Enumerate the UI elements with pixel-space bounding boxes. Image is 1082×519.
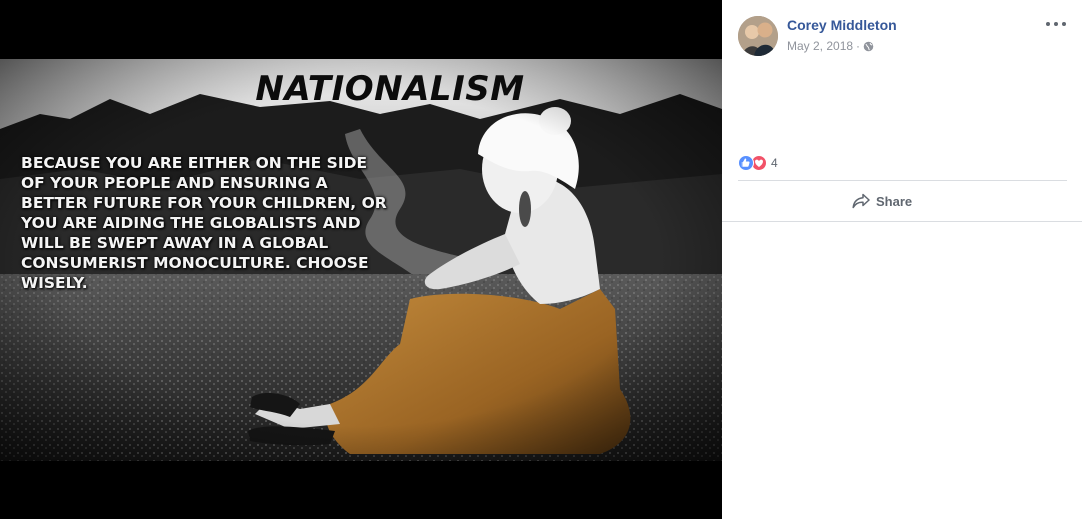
like-icon xyxy=(738,155,754,171)
author-name-link[interactable]: Corey Middleton xyxy=(787,17,897,33)
dot xyxy=(1054,22,1058,26)
post-header: Corey Middleton May 2, 2018 · xyxy=(722,0,1082,60)
photo-caption: Because you are either on the side of yo… xyxy=(21,154,387,292)
post-date[interactable]: May 2, 2018 xyxy=(787,39,853,53)
divider xyxy=(722,221,1082,222)
avatar-image xyxy=(738,16,778,56)
reaction-summary[interactable]: 4 xyxy=(738,154,778,172)
reaction-count: 4 xyxy=(771,156,778,170)
share-label: Share xyxy=(876,193,913,209)
dot xyxy=(1046,22,1050,26)
post-meta: May 2, 2018 · xyxy=(787,39,874,53)
more-options-icon[interactable] xyxy=(1046,18,1066,30)
share-icon xyxy=(852,193,870,209)
globe-icon[interactable] xyxy=(863,41,874,52)
avatar[interactable] xyxy=(738,16,778,56)
photo-headline: NATIONALISM xyxy=(255,69,525,109)
meta-separator: · xyxy=(856,39,861,53)
dot xyxy=(1062,22,1066,26)
post-photo[interactable]: NATIONALISM Because you are either on th… xyxy=(0,59,722,461)
photo-viewer: NATIONALISM Because you are either on th… xyxy=(0,0,722,519)
share-button[interactable]: Share xyxy=(852,190,912,212)
post-side-panel: Corey Middleton May 2, 2018 · 4 Share xyxy=(722,0,1082,519)
divider xyxy=(738,180,1067,181)
